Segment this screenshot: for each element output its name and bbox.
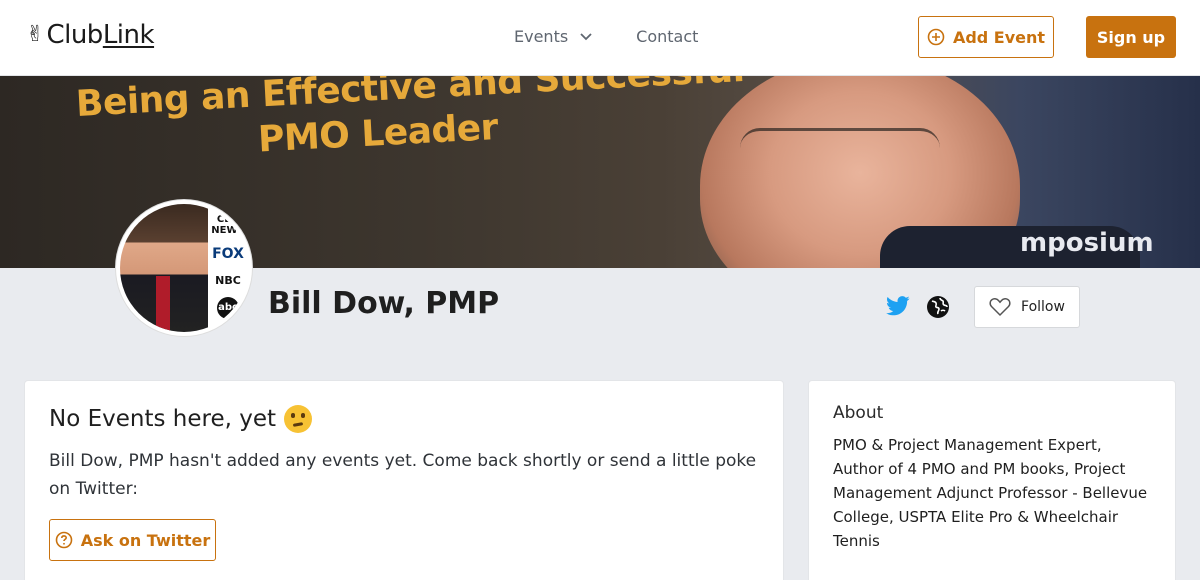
main-nav: Events Contact [514, 27, 698, 46]
about-text: PMO & Project Management Expert, Author … [833, 436, 1148, 550]
logo-text-link: Link [102, 20, 155, 50]
add-event-button[interactable]: Add Event [918, 16, 1054, 58]
banner-sign-text: mposium [1020, 228, 1154, 258]
peace-hand-icon: ✌ [26, 22, 45, 47]
heart-icon [989, 298, 1011, 317]
twitter-icon[interactable] [886, 295, 910, 321]
events-title-text: No Events here, yet [49, 406, 277, 432]
logo-text-club: Club [46, 20, 103, 50]
about-title: About [833, 403, 884, 423]
nav-events-label: Events [514, 27, 569, 46]
banner-glasses [740, 128, 940, 168]
clublink-logo[interactable]: ✌ ClubLink [26, 20, 155, 50]
ask-on-twitter-button[interactable]: Ask on Twitter [49, 519, 216, 561]
fox-logo: FOX [212, 246, 244, 262]
events-message: Bill Dow, PMP hasn't added any events ye… [49, 451, 757, 499]
plus-circle-icon [927, 28, 945, 46]
avatar-tie [156, 276, 170, 332]
cbs-news-logo: CBS NEWS [211, 214, 245, 236]
globe-icon[interactable] [926, 295, 950, 323]
nav-events-dropdown[interactable]: Events [514, 27, 592, 46]
add-event-label: Add Event [952, 27, 1046, 47]
signup-button[interactable]: Sign up [1086, 16, 1176, 58]
banner-text: Being an Effective and Successful PMO Le… [75, 76, 748, 170]
nbc-logo: NBC [215, 274, 241, 287]
events-card: No Events here, yet Bill Dow, PMP hasn't… [24, 380, 784, 580]
profile-name: Bill Dow, PMP [268, 286, 500, 321]
profile-avatar: CBS NEWS FOX NBC abc [116, 200, 252, 336]
ask-on-twitter-label: Ask on Twitter [80, 530, 211, 550]
thinking-face-icon [284, 405, 313, 433]
top-header: ✌ ClubLink Events Contact Add Event Sign… [0, 0, 1200, 76]
logo-text: ClubLink [46, 20, 154, 50]
nav-contact-link[interactable]: Contact [636, 27, 698, 46]
avatar-network-logos: CBS NEWS FOX NBC abc [208, 204, 248, 332]
follow-label: Follow [1021, 299, 1065, 315]
about-card: About PMO & Project Management Expert, A… [808, 380, 1176, 580]
events-title: No Events here, yet [49, 405, 759, 433]
question-circle-icon [55, 531, 73, 549]
follow-button[interactable]: Follow [974, 286, 1080, 328]
chevron-down-icon [580, 32, 592, 40]
abc-logo: abc [217, 297, 239, 319]
